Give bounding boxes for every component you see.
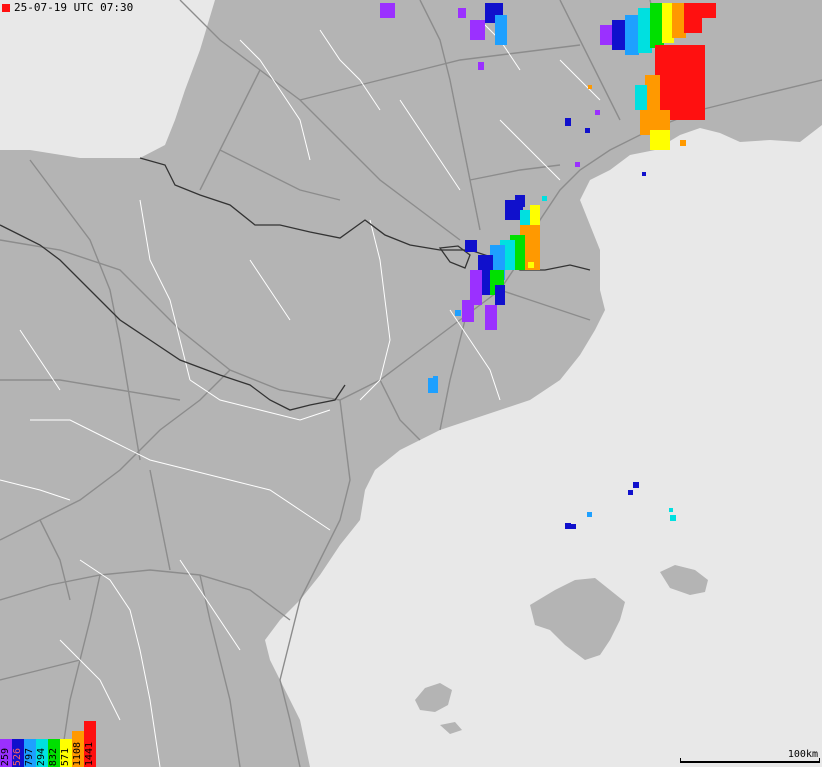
legend-item-1108: 1108 xyxy=(72,731,84,767)
strike-cluster-south xyxy=(428,376,438,393)
legend-label: 797 xyxy=(24,747,35,766)
scale-label: 100km xyxy=(787,749,818,760)
legend-item-797: 797 xyxy=(24,739,36,767)
legend: 259 526 797 294 832 571 1108 1441 xyxy=(0,721,96,767)
scale-line xyxy=(680,761,820,763)
timestamp-marker-icon xyxy=(2,3,10,12)
legend-label: 1108 xyxy=(72,741,83,766)
legend-item-294: 294 xyxy=(36,739,48,767)
legend-item-832: 832 xyxy=(48,739,60,767)
scale-tick-end xyxy=(819,758,820,763)
legend-item-526: 526 xyxy=(12,739,24,767)
legend-item-571: 571 xyxy=(60,739,72,767)
legend-label: 571 xyxy=(60,747,71,766)
legend-label: 526 xyxy=(12,747,23,766)
legend-item-1441: 1441 xyxy=(84,721,96,767)
scale-bar: 100km xyxy=(680,749,820,765)
legend-label: 294 xyxy=(36,747,47,766)
scale-tick-start xyxy=(680,758,681,763)
timestamp-text: 25-07-19 UTC 07:30 xyxy=(14,1,134,14)
legend-label: 832 xyxy=(48,747,59,766)
legend-label: 1441 xyxy=(84,741,95,766)
lightning-map xyxy=(0,0,822,767)
legend-item-259: 259 xyxy=(0,739,12,767)
timestamp-display: 25-07-19 UTC 07:30 xyxy=(2,1,133,14)
legend-label: 259 xyxy=(0,747,11,766)
